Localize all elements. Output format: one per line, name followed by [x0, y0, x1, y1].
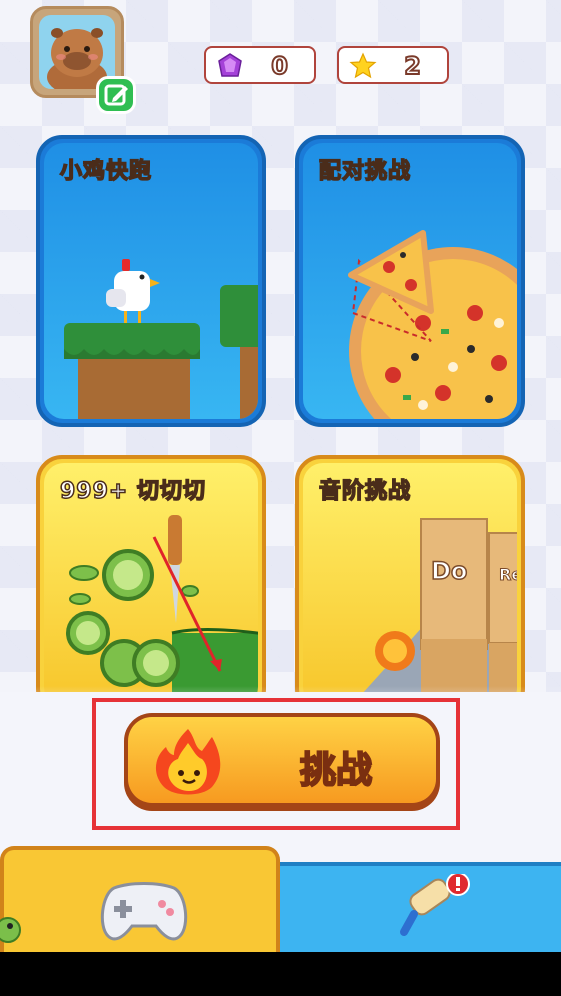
card-title: 音阶挑战 — [318, 478, 412, 505]
game-card-chicken-run[interactable]: 小鸡快跑 — [36, 135, 266, 427]
card-title: 999+ 切切切 — [59, 478, 207, 505]
star-counter[interactable]: 2 — [337, 46, 449, 84]
note-label-do: Do — [430, 556, 468, 586]
challenge-button[interactable]: 挑战 — [124, 713, 440, 811]
paint-roller-icon — [400, 874, 470, 936]
card-title: 小鸡快跑 — [59, 158, 153, 185]
tab-games[interactable] — [0, 846, 280, 954]
star-icon — [349, 52, 377, 79]
game-card-matching-challenge[interactable]: 配对挑战 — [295, 135, 525, 427]
edit-profile-button[interactable] — [96, 76, 136, 114]
gem-count: 0 — [270, 51, 289, 81]
frog-peek-icon — [0, 917, 21, 943]
game-card-scale-challenge[interactable]: Do Re 音阶挑战 — [295, 455, 525, 715]
card-title: 配对挑战 — [318, 158, 412, 185]
star-count: 2 — [403, 51, 422, 81]
fire-mascot-icon — [155, 729, 221, 795]
system-bar — [0, 952, 561, 996]
game-card-cutting[interactable]: 999+ 切切切 — [36, 455, 266, 715]
challenge-button-label: 挑战 — [299, 749, 373, 792]
gem-icon — [218, 53, 242, 77]
gem-counter[interactable]: 0 — [204, 46, 316, 84]
edit-icon — [104, 84, 128, 106]
note-label-re: Re — [498, 565, 517, 585]
tab-customize[interactable] — [280, 862, 561, 954]
gamepad-icon — [100, 882, 188, 941]
challenge-button-face: 挑战 — [128, 717, 436, 803]
